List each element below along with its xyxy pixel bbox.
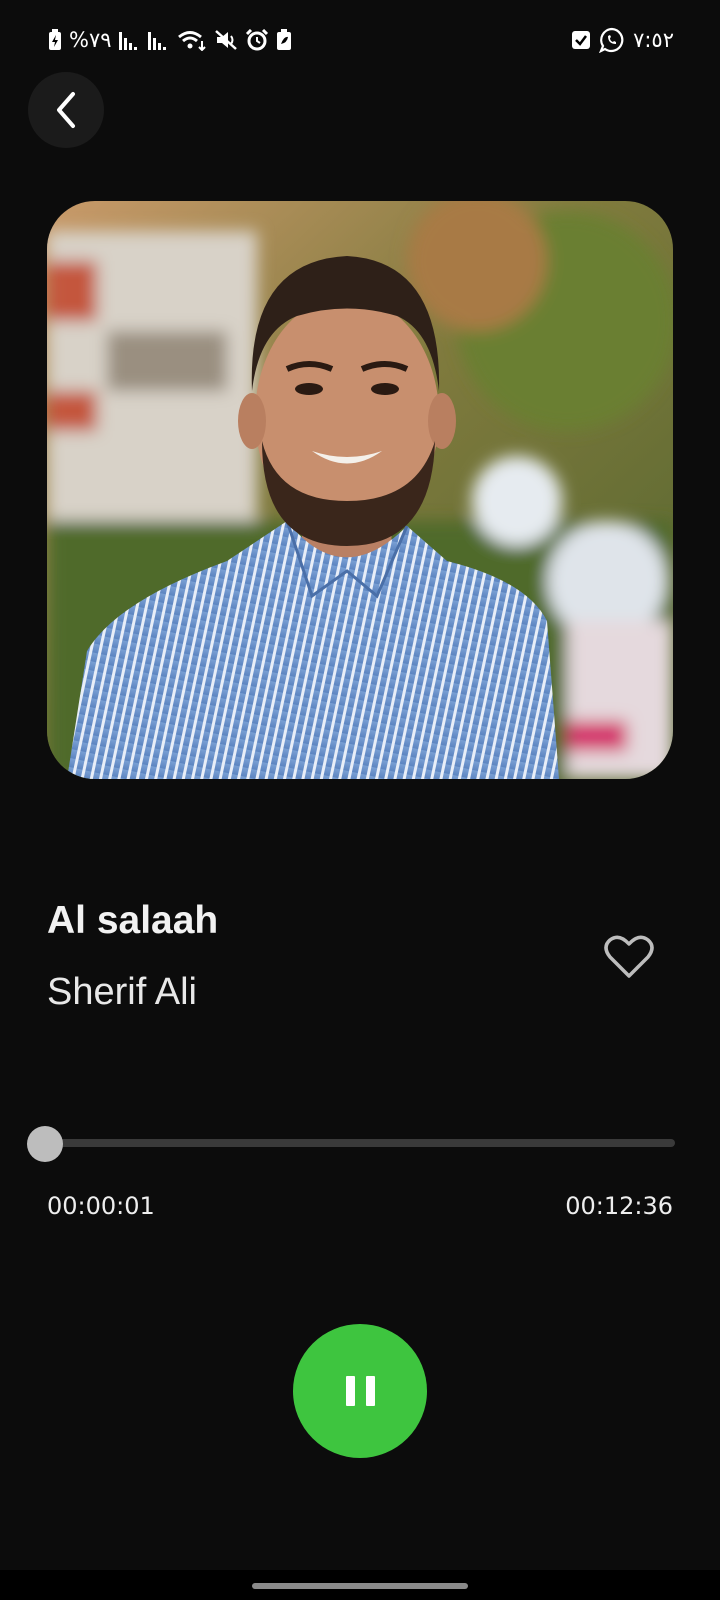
artist-name: Sherif Ali xyxy=(47,971,197,1013)
battery-saver-icon xyxy=(276,29,292,51)
status-right: ٧:٥٢ xyxy=(571,26,674,54)
mute-icon xyxy=(214,29,238,51)
progress-thumb[interactable] xyxy=(27,1126,63,1162)
total-time: 00:12:36 xyxy=(565,1192,673,1220)
album-artwork xyxy=(47,201,673,779)
chevron-left-icon xyxy=(52,90,80,130)
current-time: 00:00:01 xyxy=(47,1192,155,1220)
favorite-button[interactable] xyxy=(600,928,658,986)
heart-outline-icon xyxy=(604,934,654,980)
track-title: Al salaah xyxy=(47,899,219,942)
checkbox-icon xyxy=(571,30,591,50)
status-left: %٧٩ xyxy=(48,26,292,54)
whatsapp-icon xyxy=(599,27,625,53)
wifi-icon xyxy=(177,29,207,51)
battery-percent: %٧٩ xyxy=(69,28,112,52)
clock: ٧:٥٢ xyxy=(633,28,674,52)
signal-icon xyxy=(147,30,170,50)
pause-icon-bar xyxy=(365,1376,375,1406)
signal-icon xyxy=(118,30,141,50)
back-button[interactable] xyxy=(28,72,104,148)
pause-icon xyxy=(345,1376,355,1406)
pause-button[interactable] xyxy=(293,1324,427,1458)
status-bar: %٧٩ ٧:٥٢ xyxy=(0,0,720,80)
home-indicator[interactable] xyxy=(252,1583,468,1589)
alarm-icon xyxy=(245,29,269,51)
artist-photo xyxy=(47,201,673,779)
battery-charging-icon xyxy=(48,29,62,51)
progress-track[interactable] xyxy=(44,1139,675,1147)
